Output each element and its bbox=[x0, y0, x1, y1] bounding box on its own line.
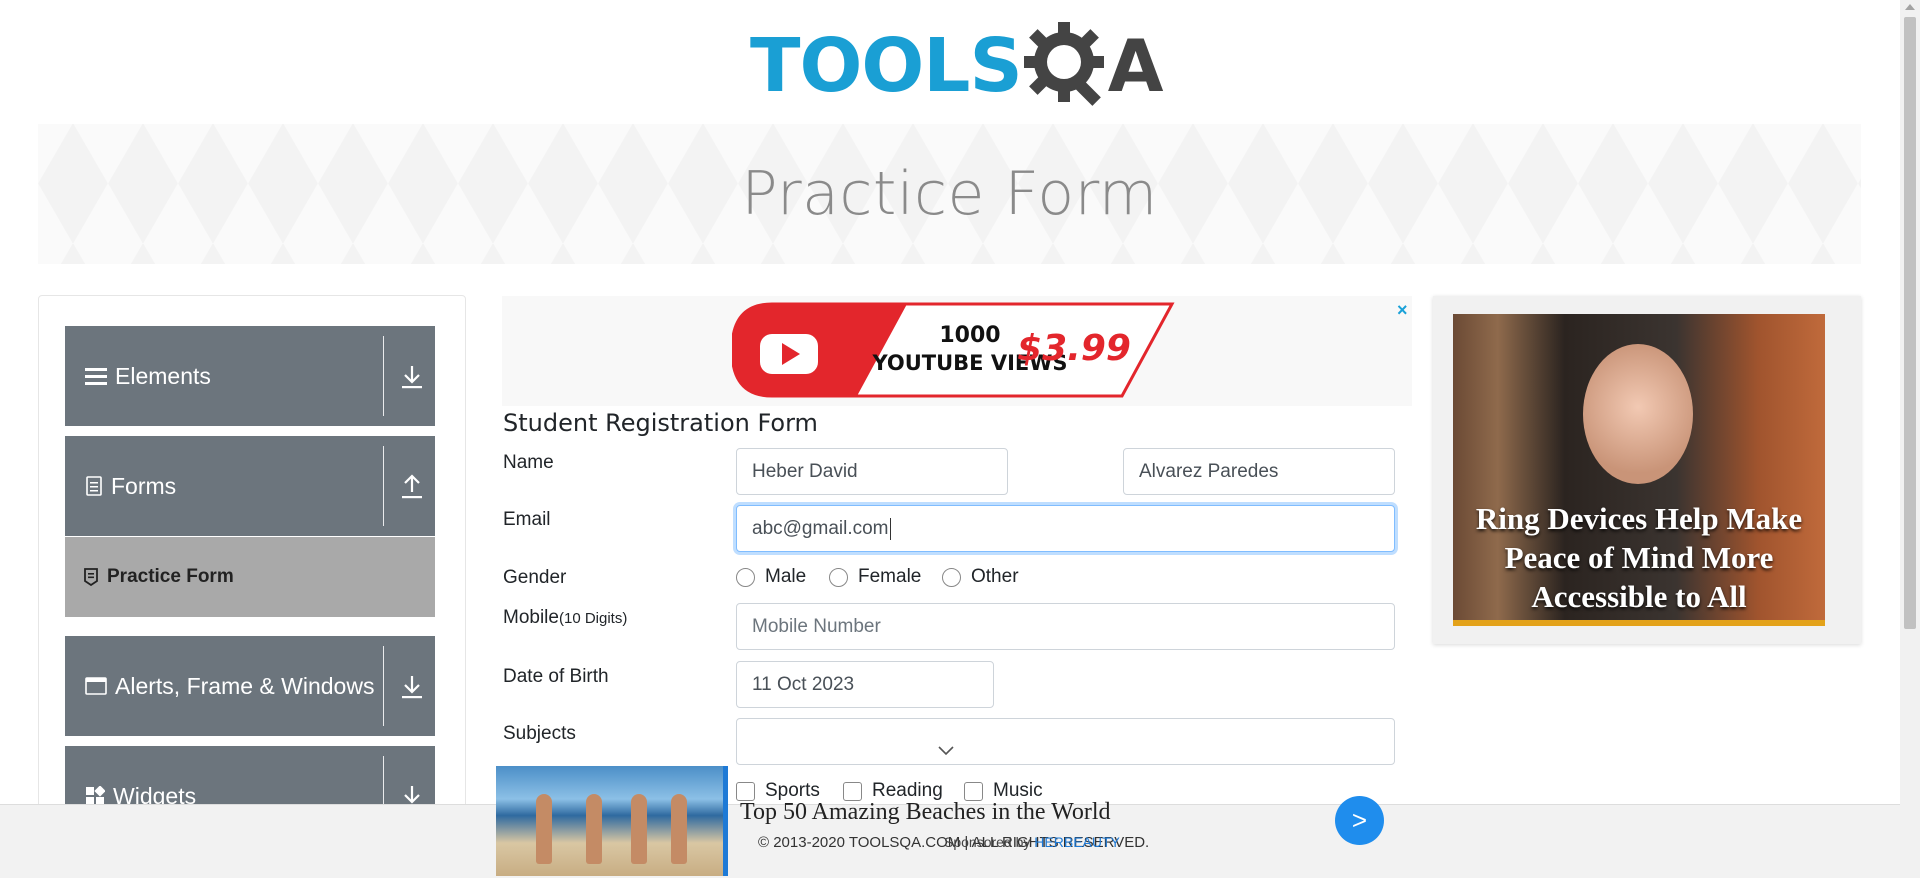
sidebar-group-label: Elements bbox=[115, 362, 211, 389]
form-title: Student Registration Form bbox=[503, 409, 818, 437]
figure-shape bbox=[671, 794, 687, 864]
top-ad-banner[interactable]: × 1000 YOUTUBE VIEWS $3.99 bbox=[502, 296, 1412, 406]
scroll-up-icon[interactable] bbox=[1905, 4, 1915, 10]
checkbox-box[interactable] bbox=[964, 781, 983, 801]
text-cursor bbox=[889, 517, 891, 540]
person-image bbox=[1583, 344, 1693, 484]
scrollbar-thumb[interactable] bbox=[1904, 17, 1916, 629]
logo-text: TOOLS bbox=[750, 23, 1023, 109]
figure-shape bbox=[586, 794, 602, 864]
radio-circle[interactable] bbox=[829, 567, 848, 587]
gender-radio-other[interactable]: Other bbox=[942, 566, 1019, 588]
gender-radio-female[interactable]: Female bbox=[829, 566, 921, 588]
page-scrollbar[interactable] bbox=[1900, 0, 1920, 878]
ad-caption: Ring Devices Help Make Peace of Mind Mor… bbox=[1475, 501, 1803, 614]
gender-radio-male[interactable]: Male bbox=[736, 566, 806, 588]
page-banner: Practice Form bbox=[38, 124, 1861, 264]
gear-magnifier-icon bbox=[1023, 22, 1104, 106]
window-icon bbox=[85, 677, 107, 695]
checkbox-box[interactable] bbox=[736, 781, 755, 801]
chevron-down-icon[interactable] bbox=[937, 745, 955, 757]
sidebar-group-label: Alerts, Frame & Windows bbox=[115, 672, 375, 699]
radio-circle[interactable] bbox=[942, 567, 961, 587]
sidebar-group-label: Forms bbox=[111, 472, 177, 499]
mobile-label: Mobile(10 Digits) bbox=[503, 607, 627, 629]
mobile-hint: (10 Digits) bbox=[558, 610, 628, 627]
ad-accent-stripe bbox=[723, 766, 728, 876]
download-arrow-icon bbox=[402, 366, 422, 389]
beach-ad-image[interactable] bbox=[496, 766, 727, 876]
youtube-ad-graphic: 1000 YOUTUBE VIEWS $3.99 bbox=[732, 302, 1175, 398]
subjects-input[interactable] bbox=[736, 718, 1395, 765]
bottom-ad-title[interactable]: Top 50 Amazing Beaches in the World bbox=[740, 799, 1111, 826]
radio-label: Other bbox=[971, 566, 1019, 587]
email-input[interactable]: abc@gmail.com bbox=[736, 505, 1395, 552]
ad-price: $3.99 bbox=[1017, 328, 1131, 369]
document-icon bbox=[86, 476, 102, 496]
radio-label: Female bbox=[858, 566, 922, 587]
ad-close-icon[interactable]: × bbox=[1397, 300, 1408, 321]
upload-arrow-icon bbox=[402, 474, 422, 499]
sidebar-item-practice-form[interactable]: Practice Form bbox=[65, 537, 435, 617]
ad-next-button[interactable]: > bbox=[1335, 796, 1384, 845]
first-name-input[interactable]: Heber David bbox=[736, 448, 1008, 495]
badge-icon bbox=[84, 568, 98, 586]
ad-image: Ring Devices Help Make Peace of Mind Mor… bbox=[1453, 314, 1825, 626]
sidebar-group-forms[interactable]: Forms bbox=[65, 436, 435, 536]
figure-shape bbox=[536, 794, 552, 864]
checkbox-box[interactable] bbox=[843, 781, 862, 801]
divider bbox=[383, 646, 384, 726]
right-ad[interactable]: Ring Devices Help Make Peace of Mind Mor… bbox=[1433, 296, 1861, 644]
divider bbox=[383, 446, 384, 526]
page-title: Practice Form bbox=[741, 159, 1158, 229]
download-arrow-icon bbox=[402, 676, 422, 699]
toolsqa-logo[interactable]: TOOLS A bbox=[750, 18, 1163, 114]
radio-circle[interactable] bbox=[736, 567, 755, 587]
date-of-birth-input[interactable]: 11 Oct 2023 bbox=[736, 661, 994, 708]
sidebar: Elements Forms Practice Form Alerts, Fra… bbox=[38, 295, 466, 878]
hamburger-icon bbox=[85, 368, 107, 385]
divider bbox=[383, 336, 384, 416]
ad-line-1: 1000 bbox=[939, 323, 1000, 348]
logo-letter: A bbox=[1107, 24, 1164, 108]
widgets-icon bbox=[86, 786, 105, 805]
email-label: Email bbox=[503, 509, 551, 530]
mobile-label-text: Mobile bbox=[503, 607, 559, 628]
last-name-input[interactable]: Alvarez Paredes bbox=[1123, 448, 1395, 495]
name-label: Name bbox=[503, 452, 554, 473]
sidebar-group-elements[interactable]: Elements bbox=[65, 326, 435, 426]
gender-label: Gender bbox=[503, 567, 567, 588]
sidebar-group-alerts[interactable]: Alerts, Frame & Windows bbox=[65, 636, 435, 736]
email-value: abc@gmail.com bbox=[752, 517, 889, 539]
sponsored-label[interactable]: Sponsored by HERBEAUTY bbox=[944, 834, 1120, 850]
sponsored-prefix: Sponsored by bbox=[944, 834, 1031, 850]
radio-label: Male bbox=[765, 566, 807, 587]
figure-shape bbox=[631, 794, 647, 864]
sponsor-brand: HERBEAUTY bbox=[1034, 834, 1120, 850]
sidebar-item-label: Practice Form bbox=[107, 566, 234, 587]
subjects-label: Subjects bbox=[503, 723, 576, 744]
mobile-input[interactable]: Mobile Number bbox=[736, 603, 1395, 650]
ad-accent-bar bbox=[1453, 620, 1825, 626]
dob-label: Date of Birth bbox=[503, 666, 609, 687]
